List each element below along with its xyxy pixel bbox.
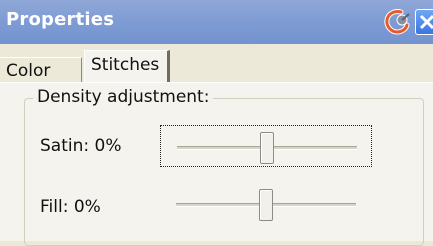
title-bar-controls	[382, 4, 433, 40]
close-button[interactable]	[415, 9, 433, 35]
fill-density-slider[interactable]	[160, 183, 372, 225]
tab-stitches[interactable]: Stitches	[84, 50, 170, 86]
stitches-panel: Density adjustment: Satin: 0% Fill: 0%	[0, 82, 433, 246]
density-group-title: Density adjustment:	[33, 87, 214, 107]
window-title: Properties	[6, 9, 115, 30]
satin-density-slider[interactable]	[160, 125, 372, 167]
satin-slider-thumb[interactable]	[260, 132, 274, 164]
tab-strip: Color Stitches	[0, 44, 433, 86]
satin-label: Satin: 0%	[40, 136, 122, 156]
close-icon	[419, 14, 433, 30]
tab-color[interactable]: Color	[0, 57, 82, 85]
title-bar: Properties	[0, 0, 433, 44]
fill-label: Fill: 0%	[40, 197, 101, 217]
fill-slider-thumb[interactable]	[259, 189, 273, 221]
pin-icon[interactable]	[382, 8, 412, 36]
